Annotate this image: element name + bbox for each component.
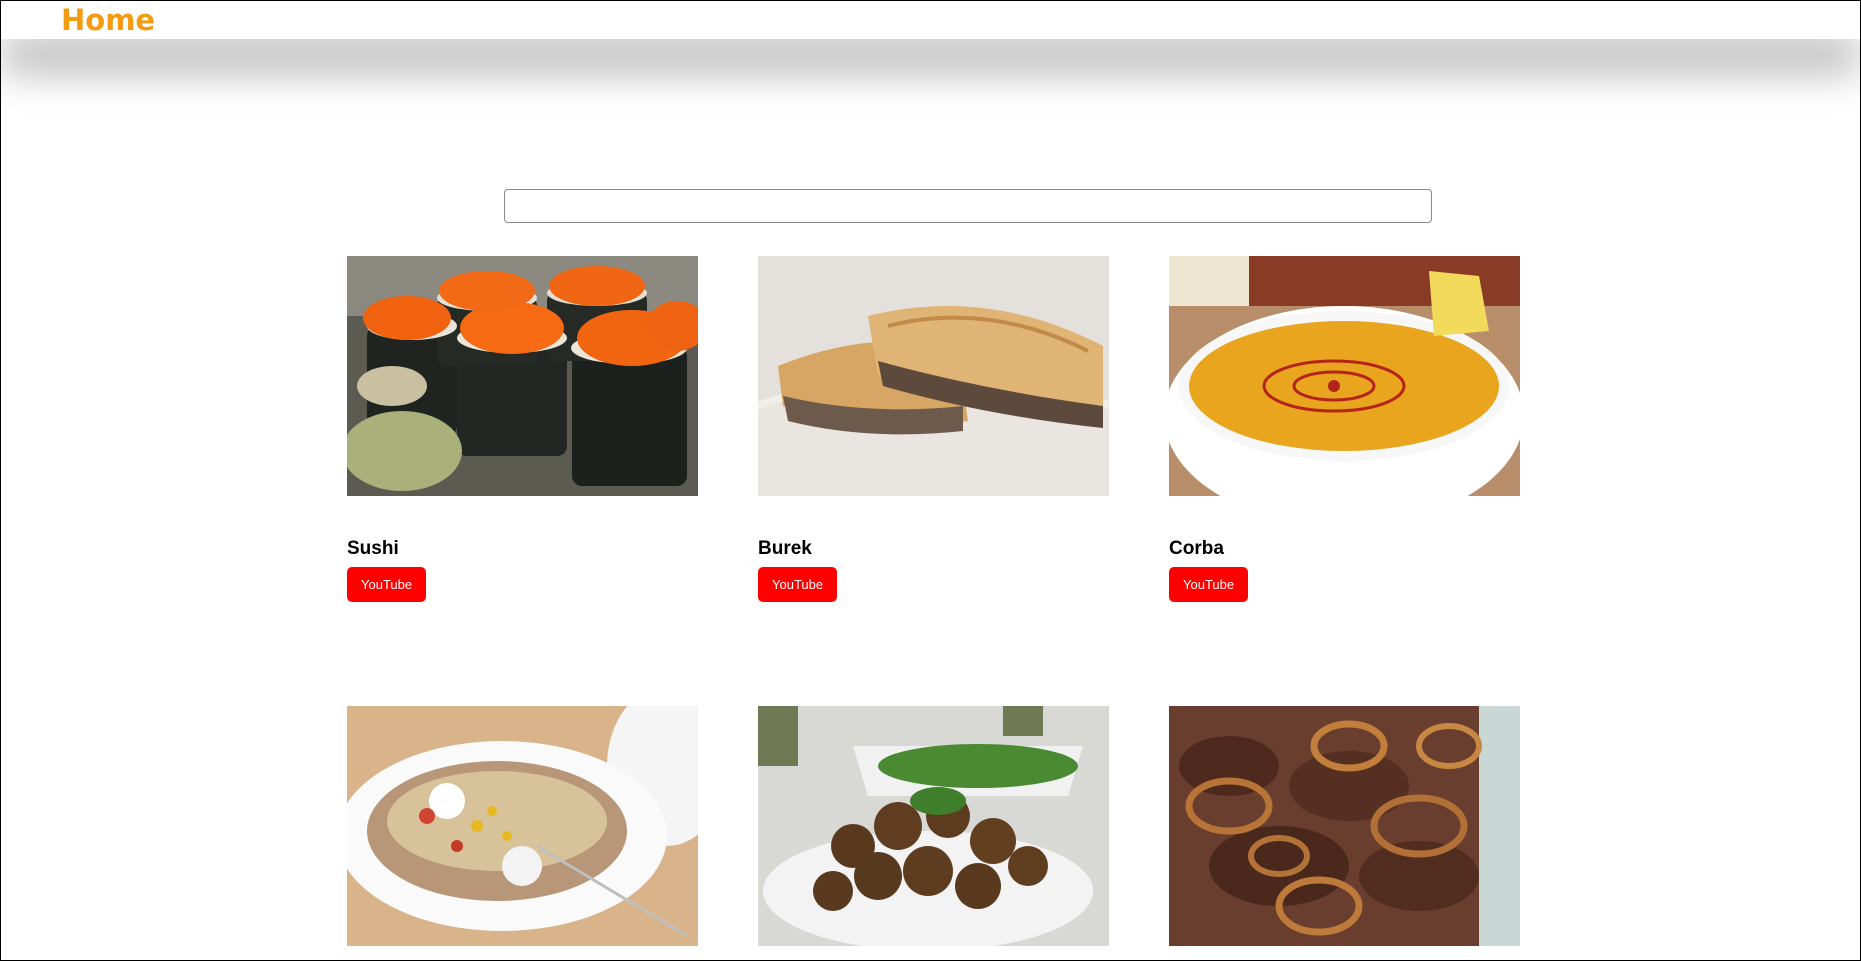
burek-image xyxy=(758,256,1109,496)
sushi-image xyxy=(347,256,698,496)
youtube-button[interactable]: YouTube xyxy=(1169,567,1249,602)
recipe-card-falafel xyxy=(758,706,1109,946)
recipe-title: Burek xyxy=(758,538,812,559)
recipe-title: Corba xyxy=(1169,538,1224,559)
recipe-card-corba: Corba YouTube xyxy=(1169,256,1520,602)
recipe-card-liver-onions xyxy=(1169,706,1520,946)
search-input[interactable] xyxy=(504,189,1432,223)
recipe-card-burek: Burek YouTube xyxy=(758,256,1109,602)
stuffed-potato-image xyxy=(347,706,698,946)
corba-image xyxy=(1169,256,1520,496)
youtube-button[interactable]: YouTube xyxy=(758,567,838,602)
navbar: Home xyxy=(1,1,1860,39)
recipe-card-sushi: Sushi YouTube xyxy=(347,256,698,602)
liver-onions-image xyxy=(1169,706,1520,946)
recipe-title: Sushi xyxy=(347,538,399,559)
falafel-image xyxy=(758,706,1109,946)
home-link[interactable]: Home xyxy=(61,2,155,38)
youtube-button[interactable]: YouTube xyxy=(347,567,427,602)
page-frame: Home Sushi YouTube Burek YouTube Corba Y… xyxy=(0,0,1861,961)
recipe-card-stuffed-potato xyxy=(347,706,698,946)
